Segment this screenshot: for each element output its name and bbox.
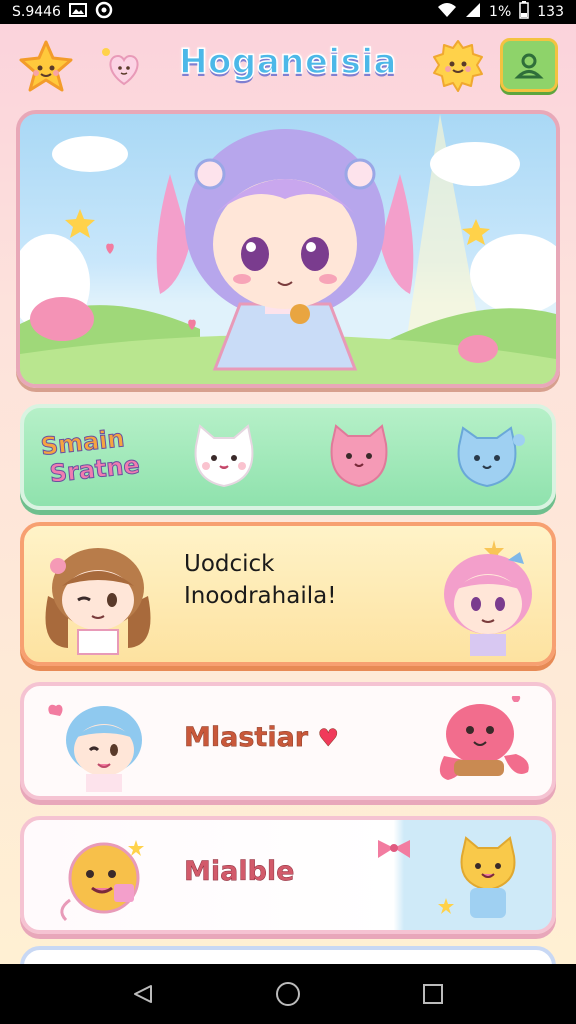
wifi-icon [437, 2, 457, 22]
status-bar: S.9446 1% 133 [0, 0, 576, 24]
blue-hair-kid-icon [44, 694, 154, 796]
card-2-text-line1: Uodcick [184, 551, 275, 577]
recents-icon[interactable] [403, 964, 463, 1024]
heart-icon: ♥ [317, 724, 340, 753]
card-4-title: Mialble [184, 856, 295, 888]
card-3-title: Mlastiar ♥ [184, 722, 340, 754]
card-2-text: Uodcick Inoodrahaila! [184, 548, 444, 612]
battery-icon [519, 1, 530, 23]
pink-octopus-icon [424, 695, 536, 794]
battery-percent: 1% [489, 4, 512, 20]
circle-app-icon [95, 1, 113, 23]
star-face-icon[interactable] [16, 38, 76, 98]
photo-icon [68, 3, 87, 21]
yellow-ball-icon [46, 830, 156, 930]
card-1-title: Smain Sratne [39, 419, 174, 489]
sun-face-icon[interactable] [430, 38, 486, 94]
profile-icon[interactable] [500, 38, 558, 92]
app-title: Hoganeisia [178, 41, 397, 83]
pink-cat-icon [324, 420, 394, 500]
feature-card-5[interactable] [20, 946, 556, 964]
chibi-girl-illustration [20, 114, 556, 384]
back-icon[interactable] [113, 964, 173, 1024]
brown-hair-girl-icon [38, 536, 158, 660]
app-screen: Hoganeisia Smain Sratne Uodcick Inoodrah… [0, 24, 576, 964]
blue-cat-icon [449, 420, 529, 500]
status-left-text: S.9446 [12, 4, 61, 20]
feature-card-2[interactable]: Uodcick Inoodrahaila! [20, 522, 556, 666]
feature-card-3[interactable]: Mlastiar ♥ [20, 682, 556, 800]
pink-bow-icon [374, 834, 414, 868]
hero-banner[interactable] [16, 110, 560, 388]
pink-hair-girl-icon [424, 534, 544, 662]
status-time: 133 [537, 4, 564, 20]
card-2-text-line2: Inoodrahaila! [184, 583, 337, 609]
navigation-bar [0, 964, 576, 1024]
card-3-title-text: Mlastiar [184, 722, 309, 754]
feature-card-4[interactable]: Mialble [20, 816, 556, 934]
signal-icon [465, 2, 481, 22]
heart-face-icon[interactable] [100, 44, 148, 88]
feature-card-1[interactable]: Smain Sratne [20, 404, 556, 510]
home-icon[interactable] [258, 964, 318, 1024]
yellow-cat-icon [432, 828, 542, 930]
white-cat-icon [184, 420, 264, 500]
header: Hoganeisia [0, 24, 576, 106]
